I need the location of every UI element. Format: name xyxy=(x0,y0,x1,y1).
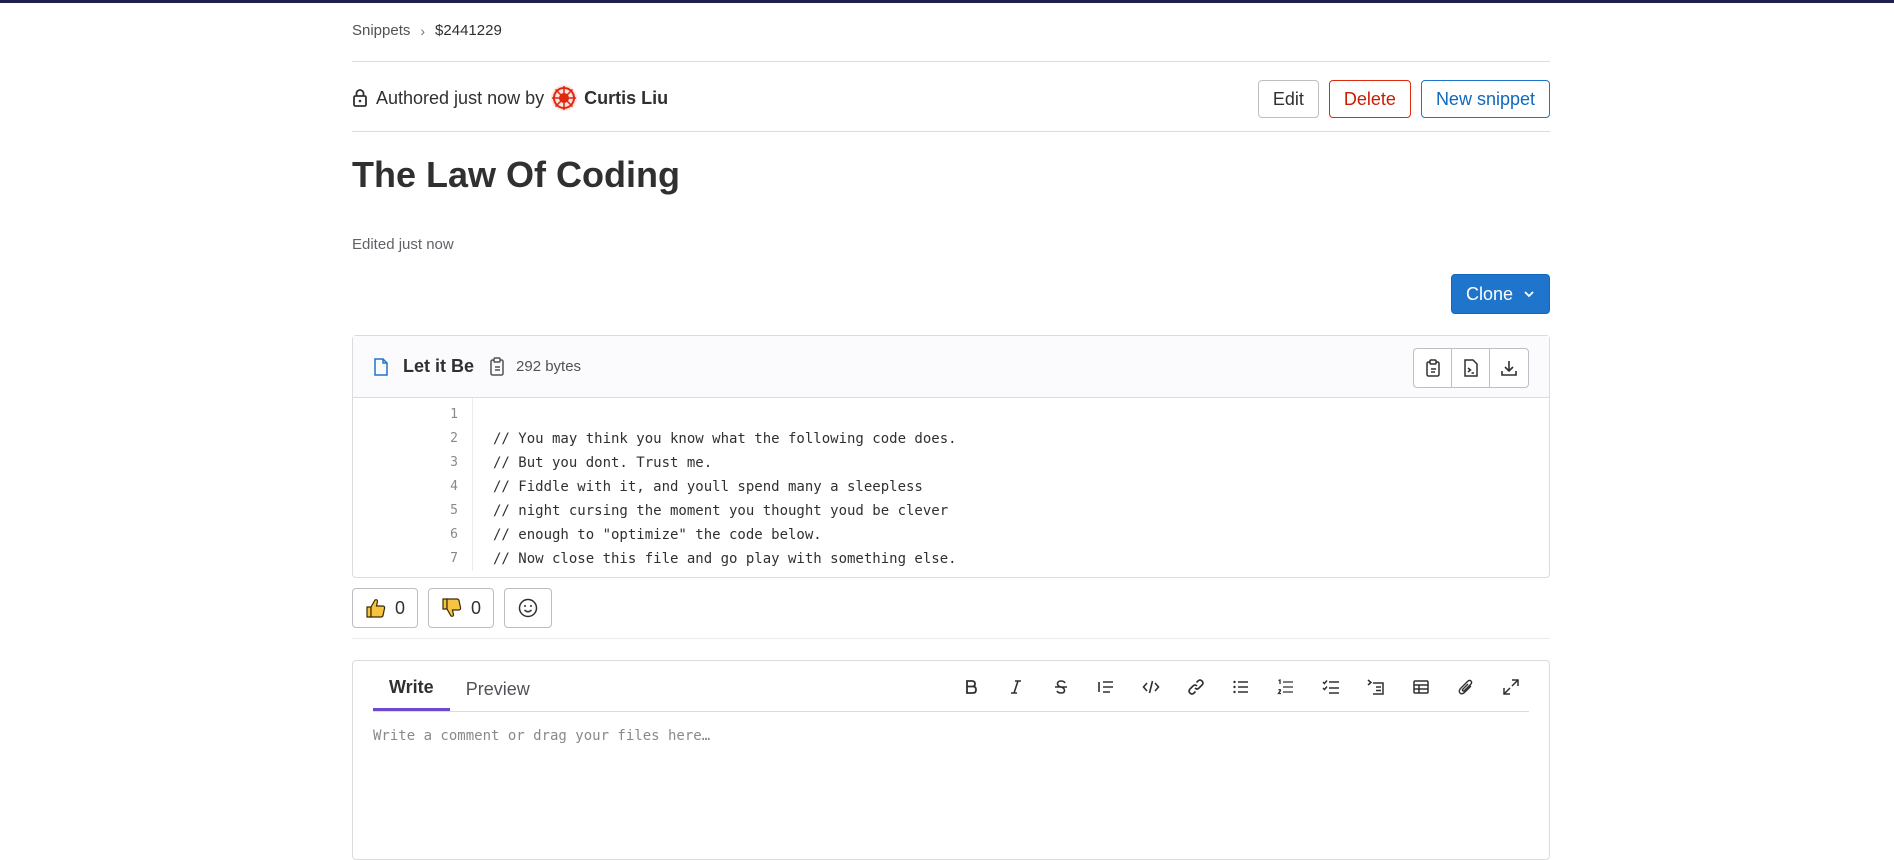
code-lines: // You may think you know what the follo… xyxy=(473,398,957,571)
table-button[interactable] xyxy=(1402,669,1439,705)
italic-button[interactable] xyxy=(997,669,1034,705)
thumbs-up-count: 0 xyxy=(395,597,406,618)
award-emoji-bar: 0 0 xyxy=(352,588,553,628)
divider xyxy=(352,61,1550,62)
link-icon xyxy=(1187,679,1204,695)
edit-button[interactable]: Edit xyxy=(1257,80,1319,118)
collapsible-button[interactable] xyxy=(1357,669,1394,705)
markdown-toolbar xyxy=(952,669,1529,705)
line-number[interactable]: 5 xyxy=(353,499,472,523)
table-icon xyxy=(1412,680,1429,694)
code-line: // But you dont. Trust me. xyxy=(493,455,713,471)
bold-icon xyxy=(965,680,977,694)
add-reaction-button[interactable] xyxy=(504,588,553,628)
file-actions xyxy=(1413,348,1529,388)
fullscreen-button[interactable] xyxy=(1492,669,1529,705)
breadcrumb: Snippets › $2441229 xyxy=(352,22,502,39)
clone-label: Clone xyxy=(1465,283,1513,304)
numbered-list-icon xyxy=(1276,679,1293,695)
copy-contents-icon xyxy=(1425,359,1440,377)
line-number[interactable]: 6 xyxy=(353,523,472,547)
link-button[interactable] xyxy=(1177,669,1214,705)
code-line: // You may think you know what the follo… xyxy=(493,431,957,447)
breadcrumb-current[interactable]: $2441229 xyxy=(435,22,502,39)
open-raw-button[interactable] xyxy=(1452,349,1490,387)
thumbs-down-button[interactable]: 0 xyxy=(428,588,495,628)
divider xyxy=(352,131,1550,132)
strikethrough-icon xyxy=(1054,680,1067,694)
quote-button[interactable] xyxy=(1087,669,1124,705)
comment-textarea[interactable]: Write a comment or drag your files here… xyxy=(373,728,710,744)
file-header: Let it Be 292 bytes xyxy=(353,336,1549,398)
line-number[interactable]: 2 xyxy=(353,427,472,451)
code-line: // Now close this file and go play with … xyxy=(493,551,957,567)
fullscreen-icon xyxy=(1502,679,1519,695)
delete-button[interactable]: Delete xyxy=(1328,80,1411,118)
snippet-file: Let it Be 292 bytes 1 2 3 4 5 6 7 // You… xyxy=(352,335,1550,578)
breadcrumb-snippets-link[interactable]: Snippets xyxy=(352,22,410,39)
author-name[interactable]: Curtis Liu xyxy=(584,88,668,109)
tab-write[interactable]: Write xyxy=(373,667,450,711)
snippet-title: The Law Of Coding xyxy=(352,154,680,195)
download-button[interactable] xyxy=(1490,349,1528,387)
code-button[interactable] xyxy=(1132,669,1169,705)
author-line: Authored just now by Curtis Liu xyxy=(352,84,668,112)
comment-form: Write Preview Write a comment or drag yo… xyxy=(352,660,1550,860)
task-list-button[interactable] xyxy=(1312,669,1349,705)
open-raw-icon xyxy=(1463,359,1478,377)
bullet-list-button[interactable] xyxy=(1222,669,1259,705)
file-icon xyxy=(374,357,388,376)
avatar[interactable] xyxy=(550,84,578,112)
file-size: 292 bytes xyxy=(516,358,582,375)
collapsible-icon xyxy=(1367,679,1384,695)
author-prefix: Authored just now by xyxy=(376,87,545,108)
italic-icon xyxy=(1010,680,1021,694)
clone-dropdown-button[interactable]: Clone xyxy=(1450,274,1550,314)
numbered-list-button[interactable] xyxy=(1267,669,1304,705)
code-line: // night cursing the moment you thought … xyxy=(493,503,949,519)
top-border xyxy=(0,0,1894,3)
task-list-icon xyxy=(1321,680,1339,694)
bullet-list-icon xyxy=(1232,680,1248,694)
thumbs-up-icon xyxy=(366,599,386,618)
bold-button[interactable] xyxy=(952,669,989,705)
line-number[interactable]: 1 xyxy=(353,403,472,427)
tab-preview[interactable]: Preview xyxy=(450,667,546,711)
copy-contents-button[interactable] xyxy=(1414,349,1452,387)
divider xyxy=(352,638,1550,639)
thumbs-down-icon xyxy=(442,598,462,617)
thumbs-down-count: 0 xyxy=(471,597,482,618)
edited-timestamp: Edited just now xyxy=(352,236,454,253)
code-viewer: 1 2 3 4 5 6 7 // You may think you know … xyxy=(353,398,1549,571)
line-number[interactable]: 4 xyxy=(353,475,472,499)
file-name: Let it Be xyxy=(403,356,475,376)
smiley-icon xyxy=(518,598,538,618)
code-icon xyxy=(1141,680,1160,694)
download-icon xyxy=(1501,361,1517,376)
code-line: // Fiddle with it, and youll spend many … xyxy=(493,479,923,495)
strikethrough-button[interactable] xyxy=(1042,669,1079,705)
new-snippet-button[interactable]: New snippet xyxy=(1420,80,1550,118)
attach-file-button[interactable] xyxy=(1447,669,1484,705)
thumbs-up-button[interactable]: 0 xyxy=(352,588,419,628)
attach-icon xyxy=(1458,679,1472,695)
chevron-down-icon xyxy=(1524,291,1534,298)
code-line: // enough to "optimize" the code below. xyxy=(493,527,822,543)
line-number[interactable]: 3 xyxy=(353,451,472,475)
snippet-actions: Edit Delete New snippet xyxy=(1257,80,1550,118)
copy-file-path-icon[interactable] xyxy=(488,356,506,377)
quote-icon xyxy=(1097,681,1113,693)
chevron-right-icon: › xyxy=(420,22,426,39)
line-numbers: 1 2 3 4 5 6 7 xyxy=(353,398,473,571)
line-number[interactable]: 7 xyxy=(353,547,472,571)
lock-icon xyxy=(353,89,367,107)
comment-tabs: Write Preview xyxy=(373,661,1529,712)
